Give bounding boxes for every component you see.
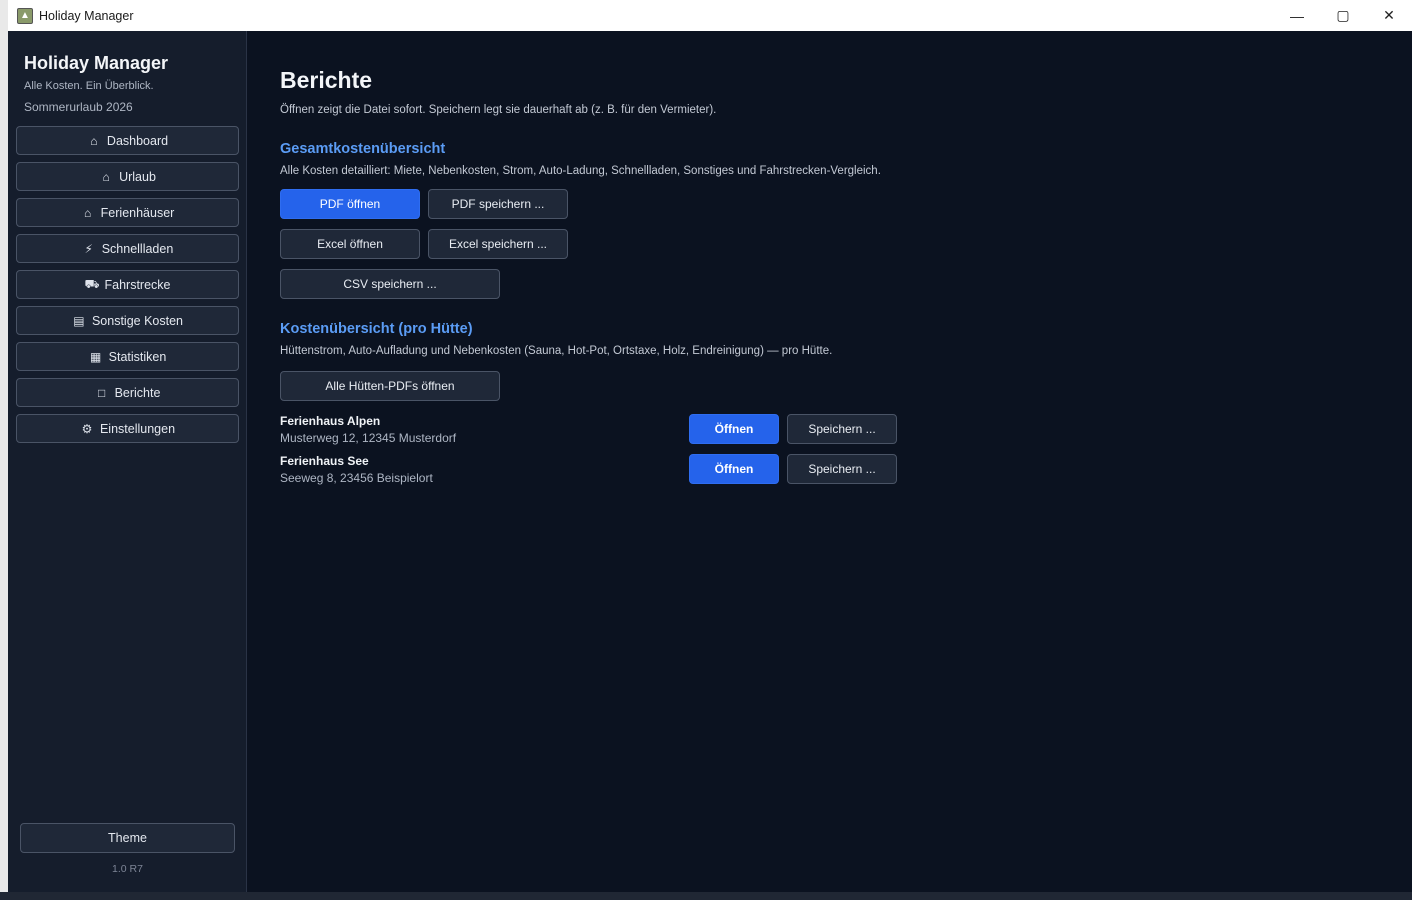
cart-icon: ▤ xyxy=(73,313,85,328)
csv-save-button[interactable]: CSV speichern ... xyxy=(280,269,500,299)
sidebar-item-einstellungen[interactable]: ⚙ Einstellungen xyxy=(16,414,239,443)
excel-save-button[interactable]: Excel speichern ... xyxy=(428,229,568,259)
house-name: Ferienhaus See xyxy=(280,454,369,468)
app-tagline: Alle Kosten. Ein Überblick. xyxy=(24,80,154,92)
overview-section-title: Gesamtkostenübersicht xyxy=(280,141,446,157)
overview-section-header: Gesamtkostenübersicht Alle Kosten detail… xyxy=(280,141,1180,177)
desktop-edge xyxy=(0,0,8,900)
house-address: Seeweg 8, 23456 Beispielort xyxy=(280,471,433,485)
sidebar-item-dashboard[interactable]: ⌂ Dashboard xyxy=(16,126,239,155)
sidebar-item-fahrstrecke[interactable]: ⛟ Fahrstrecke xyxy=(16,270,239,299)
gear-icon: ⚙ xyxy=(81,421,93,436)
minimize-button[interactable]: — xyxy=(1274,0,1320,31)
sidebar-item-label: Schnellladen xyxy=(101,241,174,256)
window-title: Holiday Manager xyxy=(39,8,134,23)
per-cabin-section-title: Kostenübersicht (pro Hütte) xyxy=(280,321,473,337)
home-icon: ⌂ xyxy=(102,169,110,184)
sidebar-item-urlaub[interactable]: ⌂ Urlaub xyxy=(16,162,239,191)
sidebar-item-statistiken[interactable]: ▦ Statistiken xyxy=(16,342,239,371)
dashboard-icon: ⌂ xyxy=(90,133,98,148)
house-save-button[interactable]: Speichern ... xyxy=(787,454,897,484)
list-item: Ferienhaus See Seeweg 8, 23456 Beispielo… xyxy=(280,454,680,485)
sidebar-item-label: Ferienhäuser xyxy=(100,205,175,220)
maximize-button[interactable]: ▢ xyxy=(1320,0,1366,31)
main-content: Berichte Öffnen zeigt die Datei sofort. … xyxy=(248,31,1412,892)
sidebar-item-label: Urlaub xyxy=(119,169,156,184)
version-label: 1.0 R7 xyxy=(112,863,143,875)
sidebar-nav: ⌂ Dashboard ⌂ Urlaub ⌂ Ferienhäuser ⚡ Sc… xyxy=(16,126,239,450)
sidebar-item-label: Sonstige Kosten xyxy=(91,313,184,328)
per-cabin-section-description: Hüttenstrom, Auto-Aufladung und Nebenkos… xyxy=(280,345,833,357)
document-icon: □ xyxy=(97,385,106,400)
house-name: Ferienhaus Alpen xyxy=(280,414,381,428)
sidebar-item-label: Dashboard xyxy=(106,133,169,148)
close-button[interactable]: ✕ xyxy=(1366,0,1412,31)
house-open-button[interactable]: Öffnen xyxy=(689,414,779,444)
sidebar-item-label: Fahrstrecke xyxy=(104,277,171,292)
house-open-button[interactable]: Öffnen xyxy=(689,454,779,484)
sidebar-item-berichte[interactable]: □ Berichte xyxy=(16,378,239,407)
sidebar-item-sonstige-kosten[interactable]: ▤ Sonstige Kosten xyxy=(16,306,239,335)
car-icon: ⛟ xyxy=(84,276,100,291)
page-header: Berichte Öffnen zeigt die Datei sofort. … xyxy=(280,67,1180,116)
houses-icon: ⌂ xyxy=(84,205,92,220)
house-address: Musterweg 12, 12345 Musterdorf xyxy=(280,431,457,445)
house-save-button[interactable]: Speichern ... xyxy=(787,414,897,444)
excel-open-button[interactable]: Excel öffnen xyxy=(280,229,420,259)
sidebar-item-ferienhaeuser[interactable]: ⌂ Ferienhäuser xyxy=(16,198,239,227)
pdf-open-button[interactable]: PDF öffnen xyxy=(280,189,420,219)
pdf-save-button[interactable]: PDF speichern ... xyxy=(428,189,568,219)
page-title: Berichte xyxy=(280,67,373,93)
window-controls: — ▢ ✕ xyxy=(1274,0,1412,31)
chart-icon: ▦ xyxy=(89,349,102,364)
trip-name: Sommerurlaub 2026 xyxy=(24,100,133,114)
window-titlebar: ▲ Holiday Manager — ▢ ✕ xyxy=(8,0,1412,31)
sidebar-item-label: Einstellungen xyxy=(99,421,176,436)
theme-button[interactable]: Theme xyxy=(20,823,235,853)
lightning-icon: ⚡ xyxy=(84,241,93,256)
all-cabin-pdfs-button[interactable]: Alle Hütten-PDFs öffnen xyxy=(280,371,500,401)
app-icon: ▲ xyxy=(17,7,33,24)
sidebar-item-label: Berichte xyxy=(114,385,161,400)
overview-section-description: Alle Kosten detailliert: Miete, Nebenkos… xyxy=(280,165,881,177)
page-description: Öffnen zeigt die Datei sofort. Speichern… xyxy=(280,104,717,116)
sidebar-item-schnellladen[interactable]: ⚡ Schnellladen xyxy=(16,234,239,263)
list-item: Ferienhaus Alpen Musterweg 12, 12345 Mus… xyxy=(280,414,680,445)
taskbar-edge xyxy=(0,892,1412,900)
per-cabin-section-header: Kostenübersicht (pro Hütte) Hüttenstrom,… xyxy=(280,321,1180,357)
sidebar: Holiday Manager Alle Kosten. Ein Überbli… xyxy=(8,31,247,892)
sidebar-item-label: Statistiken xyxy=(108,349,167,364)
brand: Holiday Manager Alle Kosten. Ein Überbli… xyxy=(8,31,246,114)
app-title: Holiday Manager xyxy=(24,53,169,73)
